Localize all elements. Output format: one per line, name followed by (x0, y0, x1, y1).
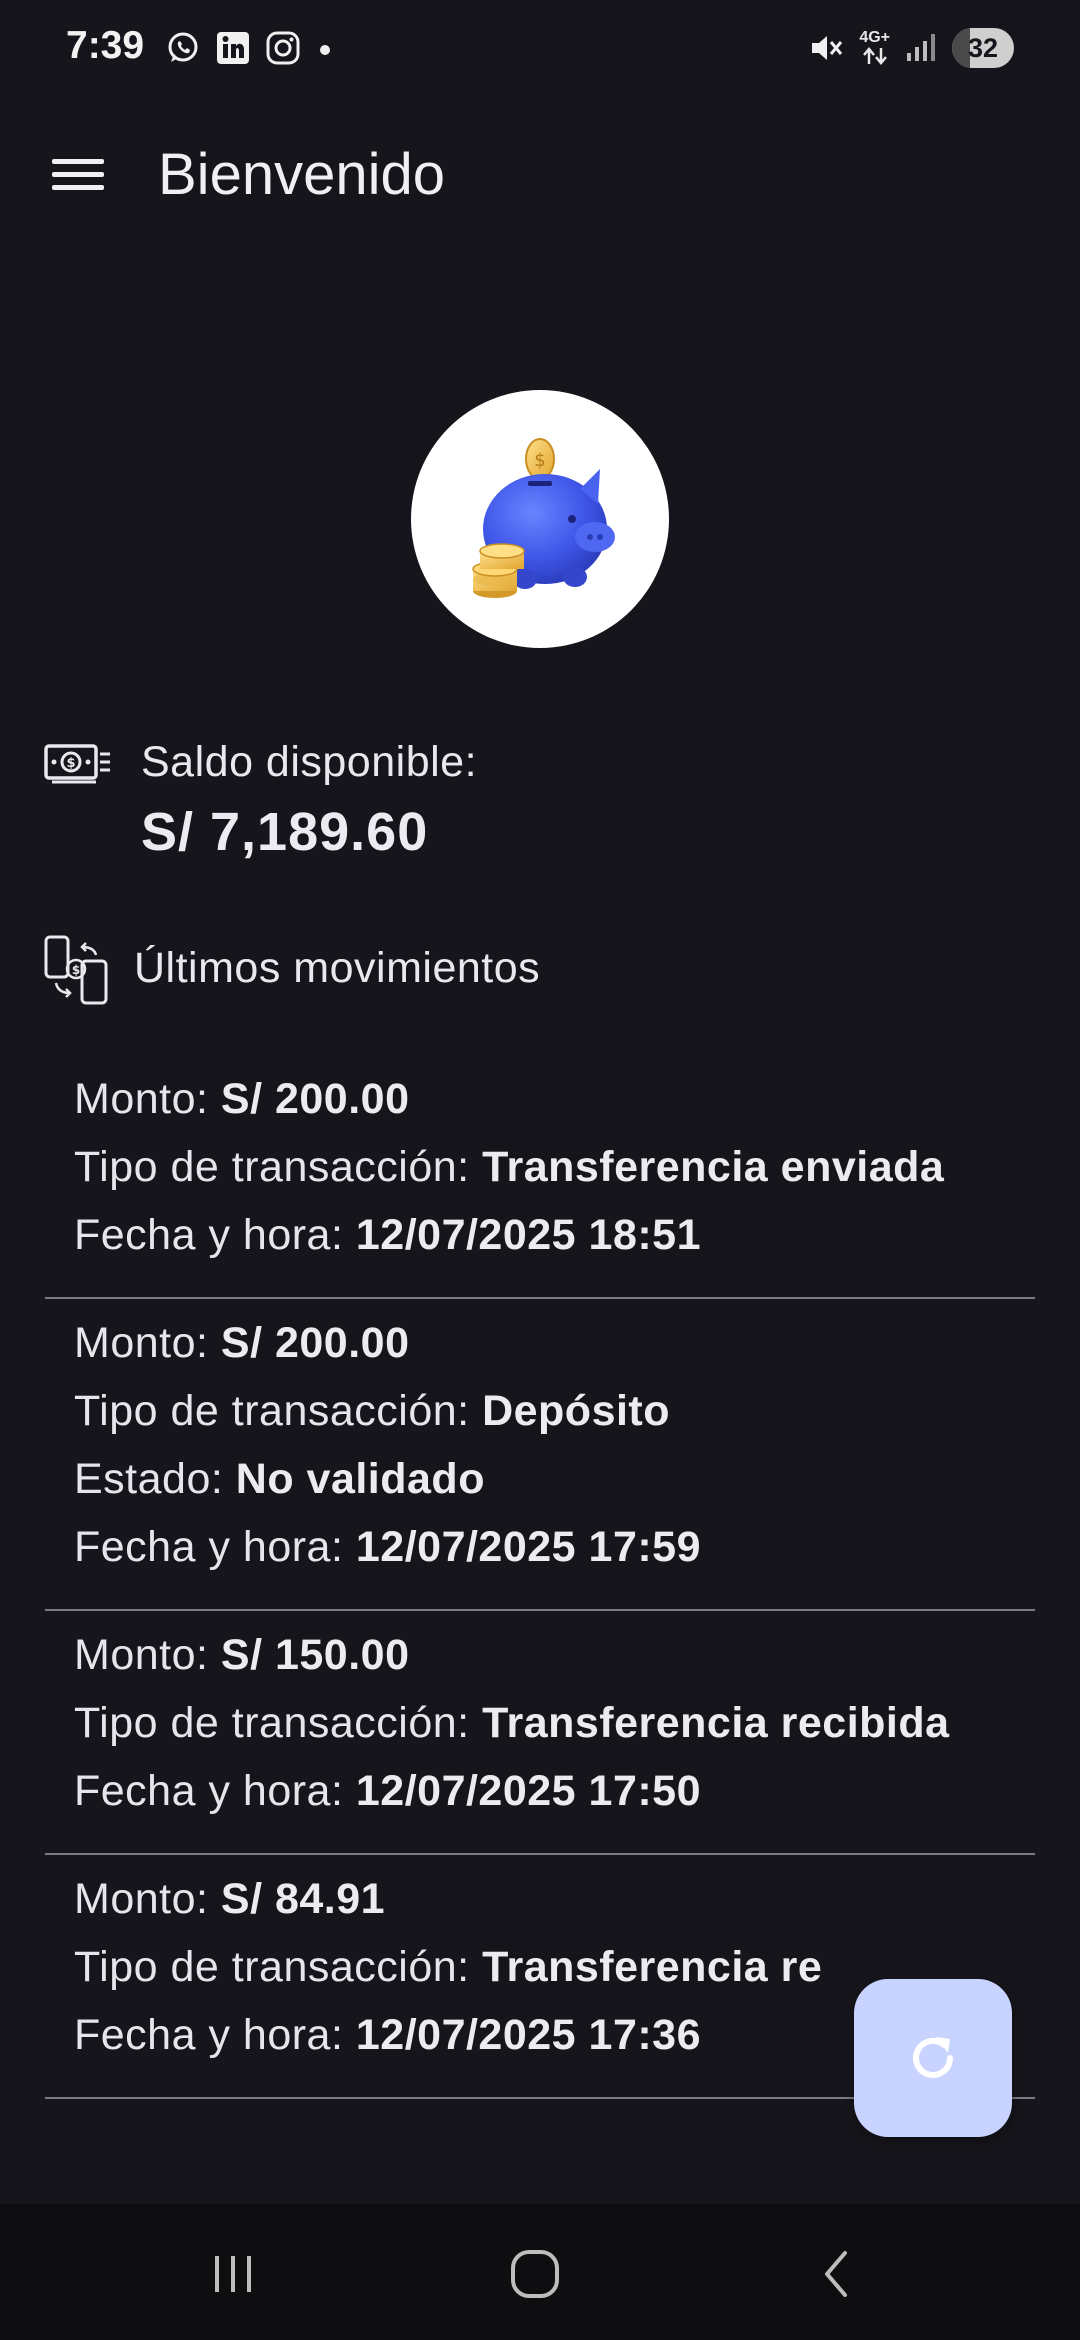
whatsapp-icon (168, 32, 198, 62)
status-time: 7:39 (66, 24, 145, 67)
piggy-bank-icon: $ (472, 438, 615, 598)
network-4g-icon: 4G+ (859, 30, 890, 66)
refresh-button[interactable] (854, 1979, 1012, 2137)
balance-value: S/ 7,189.60 (141, 802, 429, 862)
money-icon: $ (44, 744, 110, 784)
balance-label: Saldo disponible: (141, 738, 478, 786)
battery-level: 32 (967, 32, 999, 63)
tx-amount: Monto: S/ 150.00 (74, 1631, 410, 1679)
transaction-item[interactable]: Monto: S/ 200.00 Tipo de transacción: De… (45, 1299, 1035, 1611)
transaction-item[interactable]: Monto: S/ 200.00 Tipo de transacción: Tr… (45, 1055, 1035, 1299)
transaction-item[interactable]: Monto: S/ 150.00 Tipo de transacción: Tr… (45, 1611, 1035, 1855)
status-icons-left (165, 30, 335, 66)
tx-datetime: Fecha y hora: 12/07/2025 17:59 (74, 1523, 702, 1571)
tx-amount: Monto: S/ 84.91 (74, 1875, 386, 1923)
tx-amount: Monto: S/ 200.00 (74, 1319, 410, 1367)
tx-amount: Monto: S/ 200.00 (74, 1075, 410, 1123)
svg-text:$: $ (66, 756, 75, 771)
dot-icon (320, 45, 330, 55)
page-title: Bienvenido (158, 142, 445, 207)
tx-type: Tipo de transacción: Transferencia envia… (74, 1143, 945, 1191)
avatar: $ (411, 390, 669, 648)
back-icon (825, 2251, 847, 2297)
system-nav-bar (0, 2204, 1080, 2340)
status-icons-right: 4G+ 32 (807, 28, 1014, 68)
app-screen: 7:39 4G+ 32 Bienvenido $ $ Saldo disponi… (0, 0, 1080, 2340)
signal-icon (907, 34, 935, 61)
status-bar: 7:39 4G+ 32 (0, 0, 1080, 100)
hamburger-menu-icon (52, 159, 104, 190)
phone-transfer-icon: $ (44, 935, 108, 1005)
transactions-list: Monto: S/ 200.00 Tipo de transacción: Tr… (45, 1055, 1035, 2099)
battery-icon: 32 (952, 28, 1014, 68)
network-label: 4G+ (859, 29, 890, 46)
home-icon (511, 2250, 559, 2298)
svg-text:$: $ (72, 963, 80, 977)
recent-apps-icon (215, 2256, 251, 2292)
recent-apps-button[interactable] (188, 2242, 278, 2306)
movements-title: Últimos movimientos (134, 944, 541, 992)
menu-button[interactable] (38, 145, 118, 205)
refresh-icon (913, 2037, 953, 2078)
tx-type: Tipo de transacción: Depósito (74, 1387, 671, 1435)
linkedin-icon (217, 32, 249, 64)
tx-status: Estado: No validado (74, 1455, 485, 1503)
tx-datetime: Fecha y hora: 12/07/2025 18:51 (74, 1211, 702, 1259)
instagram-icon (266, 31, 300, 65)
tx-type: Tipo de transacción: Transferencia recib… (74, 1699, 950, 1747)
mute-icon (812, 36, 843, 60)
back-button[interactable] (792, 2242, 882, 2306)
app-bar: Bienvenido (0, 120, 1080, 230)
tx-datetime: Fecha y hora: 12/07/2025 17:50 (74, 1767, 702, 1815)
home-button[interactable] (490, 2242, 580, 2306)
svg-text:$: $ (534, 450, 545, 471)
